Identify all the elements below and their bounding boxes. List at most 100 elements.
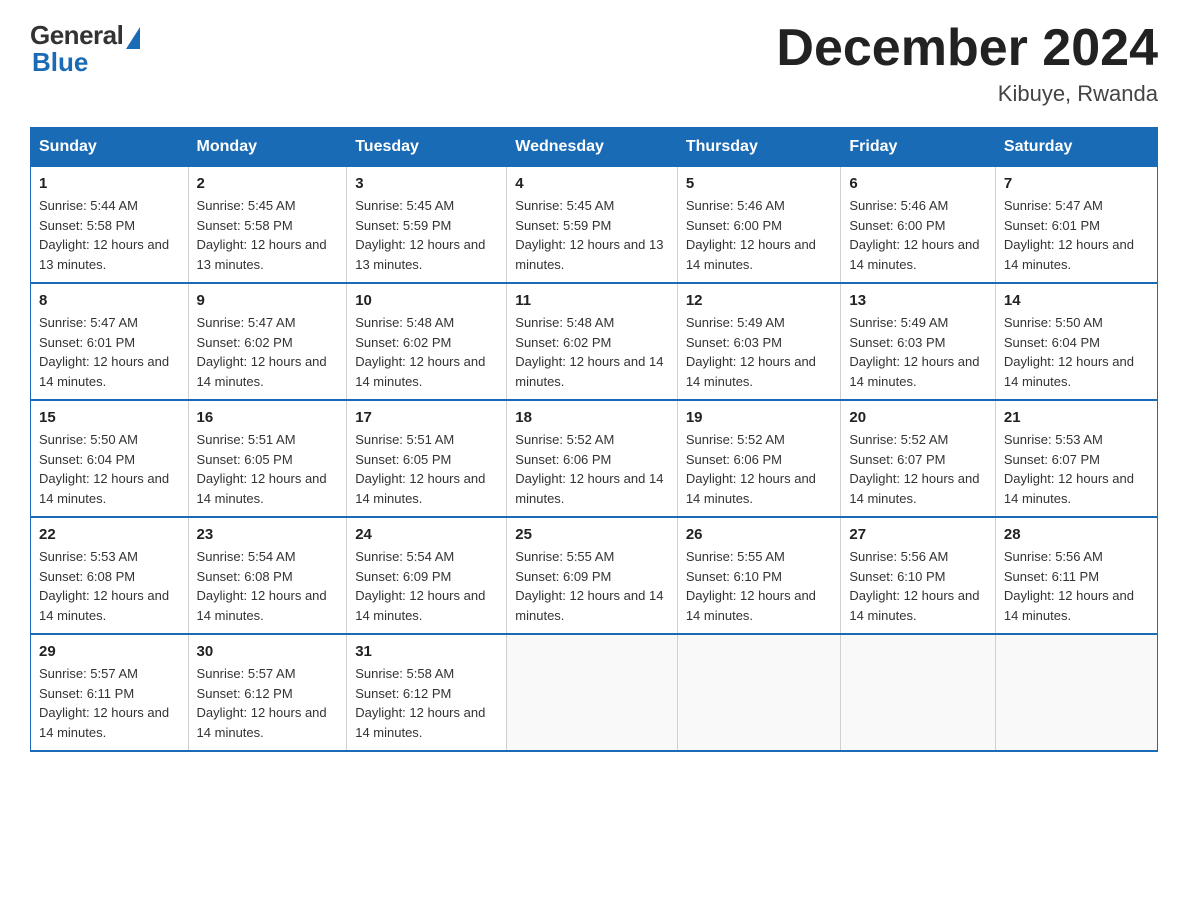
day-number: 18 — [515, 409, 669, 426]
header-monday: Monday — [188, 128, 347, 167]
day-number: 1 — [39, 175, 180, 192]
logo-blue-text: Blue — [32, 47, 88, 78]
day-number: 5 — [686, 175, 833, 192]
day-number: 17 — [355, 409, 498, 426]
day-info: Sunrise: 5:48 AMSunset: 6:02 PMDaylight:… — [515, 313, 669, 391]
table-row: 8Sunrise: 5:47 AMSunset: 6:01 PMDaylight… — [31, 283, 189, 400]
day-info: Sunrise: 5:50 AMSunset: 6:04 PMDaylight:… — [39, 430, 180, 508]
day-number: 6 — [849, 175, 987, 192]
day-number: 4 — [515, 175, 669, 192]
day-number: 31 — [355, 643, 498, 660]
logo: General Blue — [30, 20, 140, 78]
table-row: 24 Sunrise: 5:54 AMSunset: 6:09 PMDayligh… — [347, 517, 507, 634]
table-row — [677, 634, 841, 751]
table-row: 20Sunrise: 5:52 AMSunset: 6:07 PMDayligh… — [841, 400, 996, 517]
table-row — [995, 634, 1157, 751]
calendar-week-row: 15Sunrise: 5:50 AMSunset: 6:04 PMDayligh… — [31, 400, 1158, 517]
table-row: 16Sunrise: 5:51 AMSunset: 6:05 PMDayligh… — [188, 400, 347, 517]
day-number: 29 — [39, 643, 180, 660]
day-info: Sunrise: 5:52 AMSunset: 6:06 PMDaylight:… — [686, 430, 833, 508]
table-row: 1 Sunrise: 5:44 AMSunset: 5:58 PMDaylight… — [31, 167, 189, 284]
day-info: Sunrise: 5:58 AMSunset: 6:12 PMDaylight:… — [355, 664, 498, 742]
table-row: 10 Sunrise: 5:48 AMSunset: 6:02 PMDayligh… — [347, 283, 507, 400]
header-sunday: Sunday — [31, 128, 189, 167]
table-row: 14Sunrise: 5:50 AMSunset: 6:04 PMDayligh… — [995, 283, 1157, 400]
header-tuesday: Tuesday — [347, 128, 507, 167]
table-row — [507, 634, 678, 751]
day-info: Sunrise: 5:49 AMSunset: 6:03 PMDaylight:… — [849, 313, 987, 391]
header-friday: Friday — [841, 128, 996, 167]
calendar-week-row: 8Sunrise: 5:47 AMSunset: 6:01 PMDaylight… — [31, 283, 1158, 400]
day-info: Sunrise: 5:55 AMSunset: 6:10 PMDaylight:… — [686, 547, 833, 625]
table-row: 7 Sunrise: 5:47 AMSunset: 6:01 PMDaylight… — [995, 167, 1157, 284]
day-number: 12 — [686, 292, 833, 309]
table-row: 4Sunrise: 5:45 AMSunset: 5:59 PMDaylight… — [507, 167, 678, 284]
day-info: Sunrise: 5:57 AMSunset: 6:12 PMDaylight:… — [197, 664, 339, 742]
day-info: Sunrise: 5:48 AMSunset: 6:02 PMDaylight:… — [355, 313, 498, 391]
table-row: 11Sunrise: 5:48 AMSunset: 6:02 PMDayligh… — [507, 283, 678, 400]
day-info: Sunrise: 5:52 AMSunset: 6:06 PMDaylight:… — [515, 430, 669, 508]
table-row: 27 Sunrise: 5:56 AMSunset: 6:10 PMDayligh… — [841, 517, 996, 634]
day-info: Sunrise: 5:45 AMSunset: 5:59 PMDaylight:… — [355, 196, 498, 274]
table-row: 5 Sunrise: 5:46 AMSunset: 6:00 PMDaylight… — [677, 167, 841, 284]
table-row: 6Sunrise: 5:46 AMSunset: 6:00 PMDaylight… — [841, 167, 996, 284]
header-thursday: Thursday — [677, 128, 841, 167]
table-row: 9Sunrise: 5:47 AMSunset: 6:02 PMDaylight… — [188, 283, 347, 400]
day-number: 16 — [197, 409, 339, 426]
day-info: Sunrise: 5:47 AMSunset: 6:01 PMDaylight:… — [1004, 196, 1149, 274]
day-number: 13 — [849, 292, 987, 309]
day-number: 22 — [39, 526, 180, 543]
day-info: Sunrise: 5:52 AMSunset: 6:07 PMDaylight:… — [849, 430, 987, 508]
table-row — [841, 634, 996, 751]
page-header: General Blue December 2024 Kibuye, Rwand… — [30, 20, 1158, 107]
day-number: 25 — [515, 526, 669, 543]
day-info: Sunrise: 5:45 AMSunset: 5:58 PMDaylight:… — [197, 196, 339, 274]
day-info: Sunrise: 5:47 AMSunset: 6:02 PMDaylight:… — [197, 313, 339, 391]
table-row: 15Sunrise: 5:50 AMSunset: 6:04 PMDayligh… — [31, 400, 189, 517]
header-wednesday: Wednesday — [507, 128, 678, 167]
calendar-table: Sunday Monday Tuesday Wednesday Thursday… — [30, 127, 1158, 752]
table-row: 13 Sunrise: 5:49 AMSunset: 6:03 PMDayligh… — [841, 283, 996, 400]
table-row: 17 Sunrise: 5:51 AMSunset: 6:05 PMDayligh… — [347, 400, 507, 517]
day-number: 24 — [355, 526, 498, 543]
header-saturday: Saturday — [995, 128, 1157, 167]
day-info: Sunrise: 5:50 AMSunset: 6:04 PMDaylight:… — [1004, 313, 1149, 391]
day-number: 7 — [1004, 175, 1149, 192]
day-number: 27 — [849, 526, 987, 543]
day-info: Sunrise: 5:51 AMSunset: 6:05 PMDaylight:… — [355, 430, 498, 508]
logo-triangle-icon — [126, 27, 140, 49]
table-row: 31 Sunrise: 5:58 AMSunset: 6:12 PMDayligh… — [347, 634, 507, 751]
table-row: 3 Sunrise: 5:45 AMSunset: 5:59 PMDaylight… — [347, 167, 507, 284]
day-number: 3 — [355, 175, 498, 192]
day-info: Sunrise: 5:57 AMSunset: 6:11 PMDaylight:… — [39, 664, 180, 742]
day-number: 23 — [197, 526, 339, 543]
table-row: 12 Sunrise: 5:49 AMSunset: 6:03 PMDayligh… — [677, 283, 841, 400]
day-number: 26 — [686, 526, 833, 543]
day-info: Sunrise: 5:53 AMSunset: 6:08 PMDaylight:… — [39, 547, 180, 625]
day-info: Sunrise: 5:44 AMSunset: 5:58 PMDaylight:… — [39, 196, 180, 274]
day-info: Sunrise: 5:54 AMSunset: 6:09 PMDaylight:… — [355, 547, 498, 625]
table-row: 18 Sunrise: 5:52 AMSunset: 6:06 PMDayligh… — [507, 400, 678, 517]
day-info: Sunrise: 5:53 AMSunset: 6:07 PMDaylight:… — [1004, 430, 1149, 508]
day-info: Sunrise: 5:49 AMSunset: 6:03 PMDaylight:… — [686, 313, 833, 391]
day-info: Sunrise: 5:56 AMSunset: 6:10 PMDaylight:… — [849, 547, 987, 625]
title-section: December 2024 Kibuye, Rwanda — [776, 20, 1158, 107]
month-title: December 2024 — [776, 20, 1158, 77]
day-number: 2 — [197, 175, 339, 192]
day-number: 19 — [686, 409, 833, 426]
day-info: Sunrise: 5:56 AMSunset: 6:11 PMDaylight:… — [1004, 547, 1149, 625]
day-number: 8 — [39, 292, 180, 309]
day-info: Sunrise: 5:46 AMSunset: 6:00 PMDaylight:… — [686, 196, 833, 274]
calendar-week-row: 1 Sunrise: 5:44 AMSunset: 5:58 PMDaylight… — [31, 167, 1158, 284]
table-row: 23Sunrise: 5:54 AMSunset: 6:08 PMDayligh… — [188, 517, 347, 634]
day-number: 30 — [197, 643, 339, 660]
day-number: 21 — [1004, 409, 1149, 426]
calendar-week-row: 22 Sunrise: 5:53 AMSunset: 6:08 PMDayligh… — [31, 517, 1158, 634]
day-number: 28 — [1004, 526, 1149, 543]
table-row: 30 Sunrise: 5:57 AMSunset: 6:12 PMDayligh… — [188, 634, 347, 751]
table-row: 2 Sunrise: 5:45 AMSunset: 5:58 PMDaylight… — [188, 167, 347, 284]
day-number: 10 — [355, 292, 498, 309]
day-info: Sunrise: 5:55 AMSunset: 6:09 PMDaylight:… — [515, 547, 669, 625]
table-row: 25 Sunrise: 5:55 AMSunset: 6:09 PMDayligh… — [507, 517, 678, 634]
table-row: 21 Sunrise: 5:53 AMSunset: 6:07 PMDayligh… — [995, 400, 1157, 517]
